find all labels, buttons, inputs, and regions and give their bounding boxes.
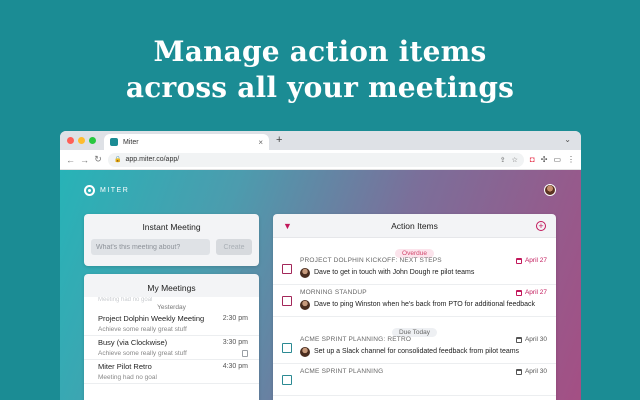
action-item-checkbox[interactable] bbox=[282, 375, 292, 385]
due-date-text: April 30 bbox=[524, 368, 547, 375]
action-item[interactable]: ACME SPRINT PLANNING: RETRO April 30 Set… bbox=[273, 332, 556, 364]
action-item-text: Dave to ping Winston when he's back from… bbox=[314, 301, 536, 308]
action-items-header: ▼ Action Items + bbox=[273, 214, 556, 238]
share-icon[interactable]: ⇪ bbox=[500, 156, 506, 164]
calendar-icon bbox=[515, 368, 522, 375]
due-date-text: April 27 bbox=[524, 289, 547, 296]
minimize-window-icon[interactable] bbox=[78, 137, 85, 144]
action-item-meeting: MORNING STANDUP bbox=[300, 289, 367, 296]
back-arrow-icon[interactable]: ← bbox=[66, 155, 75, 165]
assignee-avatar bbox=[300, 300, 310, 310]
close-window-icon[interactable] bbox=[67, 137, 74, 144]
due-date-text: April 30 bbox=[524, 336, 547, 343]
headline-line-1: Manage action items bbox=[153, 35, 487, 68]
browser-window: Miter × + ⌄ ← → ↻ 🔒 app.miter.co/app/ ⇪ … bbox=[60, 131, 581, 400]
action-items-title: Action Items bbox=[391, 221, 438, 231]
action-item-checkbox[interactable] bbox=[282, 264, 292, 274]
action-item[interactable]: PROJECT DOLPHIN KICKOFF: NEXT STEPS Apri… bbox=[273, 253, 556, 285]
meeting-topic-input[interactable] bbox=[91, 239, 210, 255]
meeting-item[interactable]: Miter Pilot Retro 4:30 pm Meeting had no… bbox=[84, 360, 259, 384]
user-avatar[interactable] bbox=[544, 184, 556, 196]
assignee-avatar bbox=[300, 347, 310, 357]
browser-tab[interactable]: Miter × bbox=[104, 134, 269, 150]
action-item-meeting: ACME SPRINT PLANNING bbox=[300, 368, 384, 375]
action-item-text: Set up a Slack channel for consolidated … bbox=[314, 348, 520, 355]
url-text[interactable]: app.miter.co/app/ bbox=[125, 156, 495, 163]
meeting-title: Miter Pilot Retro bbox=[98, 361, 152, 371]
miter-app: MITER Instant Meeting Create My Meetings… bbox=[60, 170, 581, 400]
action-item[interactable]: MORNING STANDUP April 27 Dave to ping Wi… bbox=[273, 285, 556, 317]
tab-close-icon[interactable]: × bbox=[258, 138, 263, 147]
new-tab-button[interactable]: + bbox=[276, 134, 282, 146]
action-item-due-date: April 27 bbox=[515, 257, 547, 264]
meeting-time: 2:30 pm bbox=[222, 314, 248, 322]
meeting-time: 3:30 pm bbox=[222, 338, 248, 346]
forward-arrow-icon[interactable]: → bbox=[80, 155, 89, 165]
instant-meeting-card: Instant Meeting Create bbox=[84, 214, 259, 266]
calendar-icon bbox=[515, 289, 522, 296]
calendar-icon bbox=[515, 336, 522, 343]
filter-icon[interactable]: ▼ bbox=[283, 221, 292, 231]
meeting-title: Busy (via Clockwise) bbox=[98, 337, 168, 347]
assignee-avatar bbox=[300, 268, 310, 278]
pocket-icon[interactable]: ◘ bbox=[530, 155, 535, 164]
instant-meeting-title: Instant Meeting bbox=[142, 222, 201, 232]
meeting-time: 4:30 pm bbox=[222, 362, 248, 370]
action-items-card: ▼ Action Items + Overdue PROJECT DOLPHIN… bbox=[273, 214, 556, 400]
create-button[interactable]: Create bbox=[216, 239, 252, 255]
tab-strip: Miter × + ⌄ bbox=[60, 131, 581, 150]
tab-search-chevron-icon[interactable]: ⌄ bbox=[564, 135, 571, 144]
logo-text: MITER bbox=[100, 187, 130, 194]
action-item-due-date: April 27 bbox=[515, 289, 547, 296]
meeting-goal: Meeting had no goal bbox=[98, 374, 157, 381]
day-divider: Yesterday bbox=[157, 304, 186, 311]
my-meetings-card: My Meetings Meeting had no goal Yesterda… bbox=[84, 274, 259, 400]
action-item-due-date: April 30 bbox=[515, 336, 547, 343]
meetings-list: Meeting had no goal Yesterday Project Do… bbox=[84, 297, 259, 400]
add-action-item-icon[interactable]: + bbox=[536, 221, 546, 231]
miter-logo-icon bbox=[84, 185, 95, 196]
meeting-goal: Achieve some really great stuff bbox=[98, 326, 187, 333]
lock-icon[interactable]: 🔒 bbox=[114, 156, 121, 163]
due-date-text: April 27 bbox=[524, 257, 547, 264]
address-bar[interactable]: 🔒 app.miter.co/app/ ⇪ ☆ bbox=[108, 152, 524, 167]
action-item-text: Dave to get in touch with John Dough re … bbox=[314, 269, 475, 276]
action-item-meeting: PROJECT DOLPHIN KICKOFF: NEXT STEPS bbox=[300, 257, 442, 264]
document-icon bbox=[242, 350, 248, 357]
headline-line-2: across all your meetings bbox=[125, 71, 515, 104]
action-item-checkbox[interactable] bbox=[282, 296, 292, 306]
more-vertical-icon[interactable]: ⋮ bbox=[567, 155, 575, 164]
meeting-title: Project Dolphin Weekly Meeting bbox=[98, 313, 205, 323]
action-item-due-date: April 30 bbox=[515, 368, 547, 375]
meeting-goal: Achieve some really great stuff bbox=[98, 350, 187, 357]
action-items-list: Overdue PROJECT DOLPHIN KICKOFF: NEXT ST… bbox=[273, 238, 556, 400]
maximize-window-icon[interactable] bbox=[89, 137, 96, 144]
window-controls bbox=[67, 137, 96, 144]
calendar-icon bbox=[515, 257, 522, 264]
reload-icon[interactable]: ↻ bbox=[94, 154, 102, 165]
miter-favicon-icon bbox=[110, 138, 118, 146]
action-item[interactable]: ACME SPRINT PLANNING April 30 bbox=[273, 364, 556, 396]
meeting-item[interactable]: Project Dolphin Weekly Meeting 2:30 pm A… bbox=[84, 312, 259, 336]
sidebar-icon[interactable]: ▭ bbox=[553, 155, 561, 164]
meeting-item[interactable]: Busy (via Clockwise) 3:30 pm Achieve som… bbox=[84, 336, 259, 360]
bookmark-star-icon[interactable]: ☆ bbox=[512, 156, 518, 164]
miter-logo[interactable]: MITER bbox=[84, 185, 129, 196]
my-meetings-title: My Meetings bbox=[147, 283, 196, 293]
action-item-checkbox[interactable] bbox=[282, 343, 292, 353]
action-item-meeting: ACME SPRINT PLANNING: RETRO bbox=[300, 336, 412, 343]
headline: Manage action items across all your meet… bbox=[0, 34, 640, 106]
extensions-puzzle-icon[interactable]: ✣ bbox=[541, 155, 548, 164]
browser-toolbar: ← → ↻ 🔒 app.miter.co/app/ ⇪ ☆ ◘ ✣ ▭ ⋮ bbox=[60, 150, 581, 170]
tab-title: Miter bbox=[123, 138, 139, 146]
